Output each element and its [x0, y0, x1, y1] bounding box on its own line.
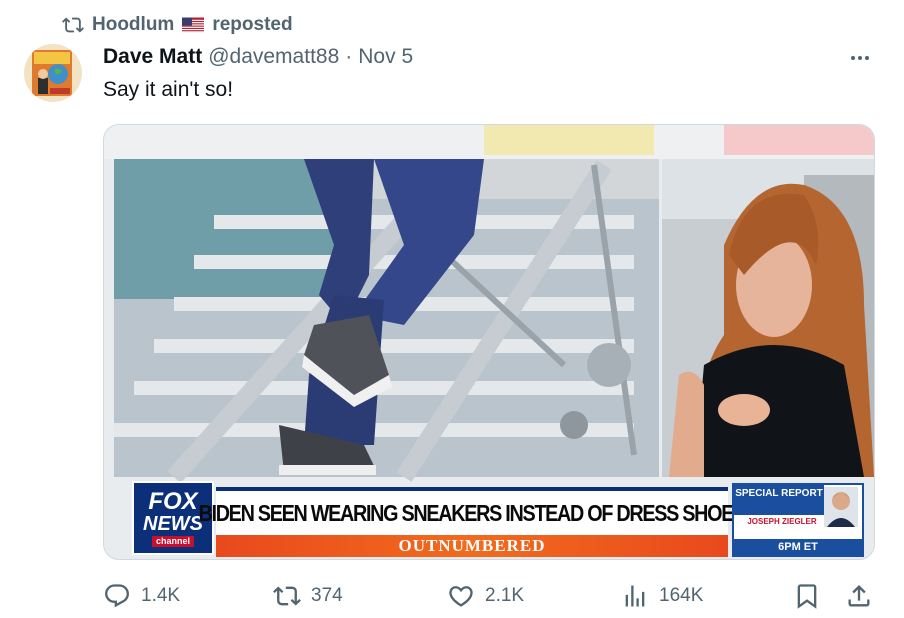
more-dot-icon — [851, 56, 855, 60]
repost-icon — [273, 586, 301, 606]
news-lower-third: FOX NEWS channel BIDEN SEEN WEARING SNEA… — [132, 481, 864, 559]
more-options-button[interactable] — [846, 48, 874, 68]
logo-text-news: NEWS — [143, 512, 203, 535]
repost-button[interactable]: 374 — [273, 578, 343, 614]
views-chart-icon — [625, 585, 645, 607]
us-flag-icon — [182, 17, 205, 33]
tweet-media-image[interactable]: FOX NEWS channel BIDEN SEEN WEARING SNEA… — [103, 124, 875, 560]
tweet-action-bar: 1.4K 374 2.1K 164K — [103, 578, 875, 614]
tweet-header: Dave Matt @davematt88 · Nov 5 — [103, 45, 413, 69]
repost-icon — [62, 17, 84, 33]
separator-dot: · — [345, 45, 353, 68]
bookmark-button[interactable] — [793, 578, 821, 614]
special-report-promo: SPECIAL REPORT JOSEPH ZIEGLER 6PM ET — [732, 483, 864, 557]
repost-label: reposted — [212, 14, 293, 35]
like-count: 2.1K — [485, 585, 525, 606]
logo-text-channel: channel — [151, 535, 194, 547]
promo-time: 6PM ET — [734, 539, 862, 555]
news-headline: BIDEN SEEN WEARING SNEAKERS INSTEAD OF D… — [198, 499, 747, 526]
views-button[interactable]: 164K — [621, 578, 703, 614]
reposter-name[interactable]: Hoodlum — [92, 14, 174, 36]
reply-icon — [105, 584, 129, 608]
tweet-date[interactable]: Nov 5 — [358, 45, 413, 69]
share-icon — [848, 585, 870, 607]
repost-indicator[interactable]: Hoodlum reposted — [62, 12, 293, 38]
more-dot-icon — [865, 56, 869, 60]
user-handle[interactable]: @davematt88 — [208, 45, 339, 69]
show-name-bar: OUTNUMBERED — [216, 535, 728, 557]
view-count: 164K — [659, 585, 704, 606]
promo-host-name: JOSEPH ZIEGLER — [747, 517, 817, 526]
logo-text-fox: FOX — [148, 487, 198, 515]
reply-count: 1.4K — [141, 585, 181, 606]
share-button[interactable] — [845, 578, 873, 614]
show-name: OUTNUMBERED — [398, 536, 546, 555]
repost-count: 374 — [311, 585, 343, 606]
more-dot-icon — [858, 56, 862, 60]
promo-title: SPECIAL REPORT — [734, 485, 824, 515]
like-button[interactable]: 2.1K — [447, 578, 524, 614]
avatar[interactable] — [24, 44, 82, 102]
tweet-text: Say it ain't so! — [103, 78, 234, 101]
host-portrait — [824, 487, 858, 527]
reply-button[interactable]: 1.4K — [103, 578, 180, 614]
heart-icon — [449, 586, 473, 607]
bookmark-icon — [797, 584, 817, 609]
headline-bar: BIDEN SEEN WEARING SNEAKERS INSTEAD OF D… — [199, 487, 747, 535]
display-name[interactable]: Dave Matt — [103, 45, 202, 69]
